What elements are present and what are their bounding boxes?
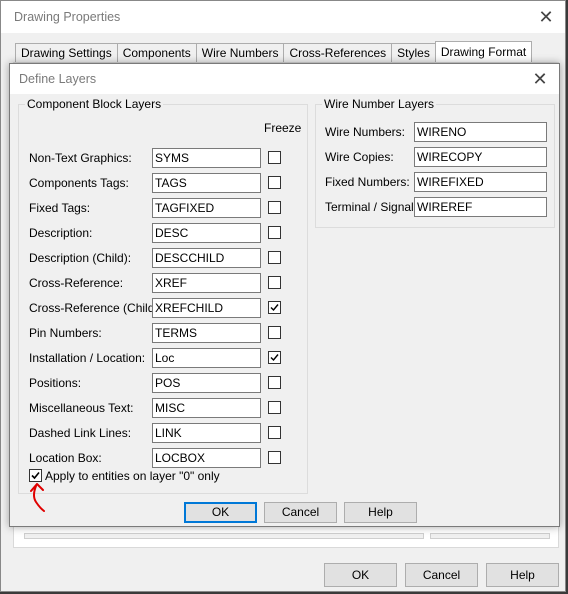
wire-layer-input[interactable]: WIRECOPY <box>414 147 547 167</box>
tab-wire-numbers[interactable]: Wire Numbers <box>195 43 285 63</box>
outer-cancel-button[interactable]: Cancel <box>405 563 478 587</box>
wire-group-legend: Wire Number Layers <box>322 97 437 111</box>
freeze-checkbox[interactable] <box>268 201 281 214</box>
component-row-label: Non-Text Graphics: <box>29 151 132 165</box>
freeze-checkbox[interactable] <box>268 176 281 189</box>
tab-styles[interactable]: Styles <box>391 43 436 63</box>
component-row-label: Installation / Location: <box>29 351 146 365</box>
freeze-checkbox[interactable] <box>268 401 281 414</box>
component-row-label: Pin Numbers: <box>29 326 102 340</box>
freeze-checkbox[interactable] <box>268 151 281 164</box>
wire-row-label: Wire Copies: <box>325 150 394 164</box>
component-layer-input[interactable]: TAGS <box>152 173 261 193</box>
dialog-title-bar: Define Layers ✕ <box>10 64 559 94</box>
freeze-checkbox[interactable] <box>268 226 281 239</box>
dialog-title: Define Layers <box>19 72 97 86</box>
component-row-label: Dashed Link Lines: <box>29 426 132 440</box>
component-layer-input[interactable]: XREFCHILD <box>152 298 261 318</box>
freeze-checkbox[interactable] <box>268 351 281 364</box>
component-layer-input[interactable]: LINK <box>152 423 261 443</box>
component-row-label: Components Tags: <box>29 176 129 190</box>
component-row-label: Description: <box>29 226 93 240</box>
freeze-checkbox[interactable] <box>268 426 281 439</box>
background-field <box>430 533 550 539</box>
freeze-checkbox[interactable] <box>268 276 281 289</box>
wire-row-label: Terminal / Signal: <box>325 200 418 214</box>
wire-layer-input[interactable]: WIREFIXED <box>414 172 547 192</box>
component-group-legend: Component Block Layers <box>25 97 164 111</box>
component-layer-input[interactable]: LOCBOX <box>152 448 261 468</box>
component-row-label: Description (Child): <box>29 251 132 265</box>
tab-cross-references[interactable]: Cross-References <box>283 43 393 63</box>
component-layer-input[interactable]: TERMS <box>152 323 261 343</box>
freeze-column-header: Freeze <box>264 121 302 135</box>
freeze-checkbox[interactable] <box>268 451 281 464</box>
component-layer-input[interactable]: SYMS <box>152 148 261 168</box>
component-layer-input[interactable]: POS <box>152 373 261 393</box>
checkmark-icon <box>270 304 279 312</box>
wire-layer-input[interactable]: WIREREF <box>414 197 547 217</box>
dialog-close-icon[interactable]: ✕ <box>525 68 555 90</box>
component-layer-input[interactable]: DESCCHILD <box>152 248 261 268</box>
component-layer-input[interactable]: Loc <box>152 348 261 368</box>
red-arrow-annotation <box>30 483 45 512</box>
dialog-ok-button[interactable]: OK <box>184 502 257 523</box>
outer-window-title: Drawing Properties <box>14 10 121 24</box>
component-layer-input[interactable]: DESC <box>152 223 261 243</box>
tab-components[interactable]: Components <box>116 43 197 63</box>
wire-row-label: Wire Numbers: <box>325 125 406 139</box>
wire-layer-input[interactable]: WIRENO <box>414 122 547 142</box>
component-row-label: Fixed Tags: <box>29 201 91 215</box>
component-row-label: Miscellaneous Text: <box>29 401 134 415</box>
outer-title-bar: Drawing Properties ✕ <box>1 1 565 33</box>
tab-drawing-format[interactable]: Drawing Format <box>434 41 533 63</box>
freeze-checkbox[interactable] <box>268 376 281 389</box>
component-layer-input[interactable]: XREF <box>152 273 261 293</box>
outer-help-button[interactable]: Help <box>486 563 559 587</box>
checkmark-icon <box>270 354 279 362</box>
dialog-help-button[interactable]: Help <box>344 502 417 523</box>
apply-layer-zero-label: Apply to entities on layer "0" only <box>45 469 220 483</box>
component-row-label: Positions: <box>29 376 82 390</box>
tab-drawing-settings[interactable]: Drawing Settings <box>15 43 118 63</box>
outer-close-icon[interactable]: ✕ <box>531 6 561 28</box>
component-row-label: Cross-Reference: <box>29 276 124 290</box>
freeze-checkbox[interactable] <box>268 301 281 314</box>
dialog-cancel-button[interactable]: Cancel <box>264 502 337 523</box>
component-layer-input[interactable]: MISC <box>152 398 261 418</box>
outer-ok-button[interactable]: OK <box>324 563 397 587</box>
freeze-checkbox[interactable] <box>268 251 281 264</box>
component-layer-input[interactable]: TAGFIXED <box>152 198 261 218</box>
background-field <box>24 533 424 539</box>
component-row-label: Location Box: <box>29 451 102 465</box>
freeze-checkbox[interactable] <box>268 326 281 339</box>
outer-tab-strip: Drawing Settings Components Wire Numbers… <box>15 41 533 63</box>
wire-row-label: Fixed Numbers: <box>325 175 410 189</box>
define-layers-dialog: Define Layers ✕ Component Block Layers F… <box>9 63 560 527</box>
component-row-label: Cross-Reference (Child): <box>29 301 162 315</box>
